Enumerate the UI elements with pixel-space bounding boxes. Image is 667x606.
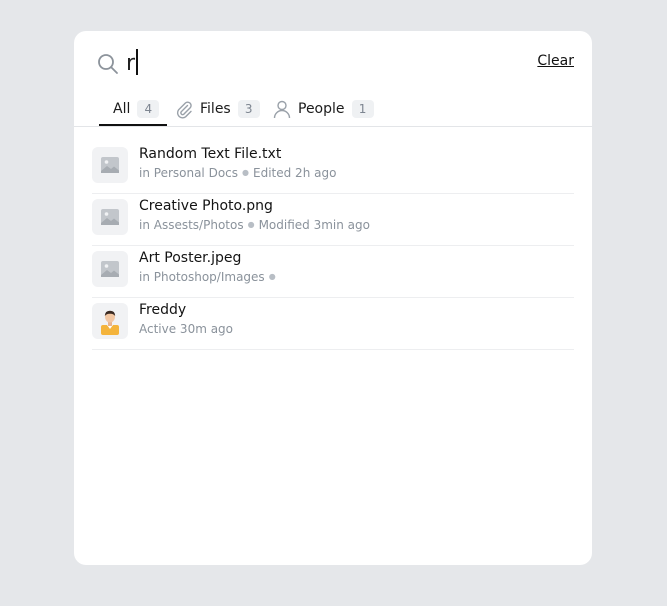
list-item[interactable]: Freddy Active 30m ago [92, 298, 574, 350]
result-subtitle: Active 30m ago [139, 322, 234, 336]
image-placeholder-icon [92, 251, 128, 287]
separator-dot: ● [268, 272, 276, 281]
filter-tabs: All 4 Files 3 People 1 [74, 93, 592, 127]
paperclip-icon [174, 99, 194, 119]
tab-all[interactable]: All 4 [99, 93, 167, 126]
text-caret [136, 49, 138, 75]
result-location: in Personal Docs [139, 166, 239, 180]
result-title: Random Text File.txt [139, 146, 282, 162]
search-bar: Clear [74, 31, 592, 95]
result-location: in Assests/Photos [139, 218, 244, 232]
result-location: in Photoshop/Images [139, 270, 265, 284]
separator-dot: ● [242, 168, 249, 177]
list-item[interactable]: Art Poster.jpeg in Photoshop/Images ● [92, 246, 574, 298]
tab-label: All [113, 101, 131, 117]
search-input[interactable] [126, 47, 506, 79]
tab-label: People [298, 101, 345, 117]
search-icon [96, 52, 120, 76]
tab-people[interactable]: People 1 [272, 93, 374, 125]
result-title: Freddy [139, 302, 187, 318]
result-meta: Modified 3min ago [258, 218, 370, 232]
result-title: Creative Photo.png [139, 198, 273, 214]
count-badge: 3 [237, 100, 260, 118]
clear-button[interactable]: Clear [537, 53, 574, 69]
result-subtitle: in Photoshop/Images ● [139, 270, 280, 284]
list-item[interactable]: Random Text File.txt in Personal Docs ● Ed… [92, 142, 574, 194]
image-placeholder-icon [92, 147, 128, 183]
tab-files[interactable]: Files 3 [174, 93, 262, 125]
user-avatar-icon [92, 303, 128, 339]
search-panel: Clear All 4 Files 3 People 1 [74, 31, 592, 565]
result-meta: Edited 2h ago [253, 166, 337, 180]
list-item[interactable]: Creative Photo.png in Assests/Photos ● Mod… [92, 194, 574, 246]
count-badge: 4 [137, 100, 160, 118]
person-icon [272, 99, 292, 119]
results-list: Random Text File.txt in Personal Docs ● Ed… [92, 142, 574, 350]
result-title: Art Poster.jpeg [139, 250, 242, 266]
count-badge: 1 [351, 100, 374, 118]
image-placeholder-icon [92, 199, 128, 235]
separator-dot: ● [247, 220, 255, 229]
result-subtitle: in Assests/Photos ● Modified 3min ago [139, 218, 370, 232]
tab-label: Files [200, 101, 231, 117]
result-subtitle: in Personal Docs ● Edited 2h ago [139, 166, 336, 180]
